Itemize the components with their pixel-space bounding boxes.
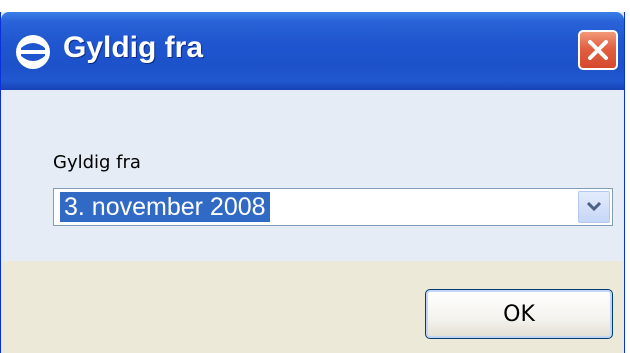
- close-button[interactable]: [578, 30, 618, 70]
- dialog-window: Gyldig fra Gyldig fra 3. november 2008 O…: [0, 12, 625, 353]
- selected-date-value[interactable]: 3. november 2008: [60, 192, 270, 222]
- dialog-footer: OK: [1, 261, 624, 353]
- field-label: Gyldig fra: [53, 152, 141, 173]
- close-icon: [588, 40, 608, 60]
- dialog-content: Gyldig fra 3. november 2008: [1, 90, 624, 261]
- title-bar[interactable]: Gyldig fra: [1, 12, 624, 90]
- window-title: Gyldig fra: [63, 31, 204, 64]
- dropdown-button[interactable]: [578, 191, 610, 223]
- chevron-down-icon: [587, 202, 601, 212]
- date-select[interactable]: 3. november 2008: [53, 188, 613, 226]
- app-logo-icon: [15, 34, 51, 70]
- ok-button[interactable]: OK: [425, 289, 613, 339]
